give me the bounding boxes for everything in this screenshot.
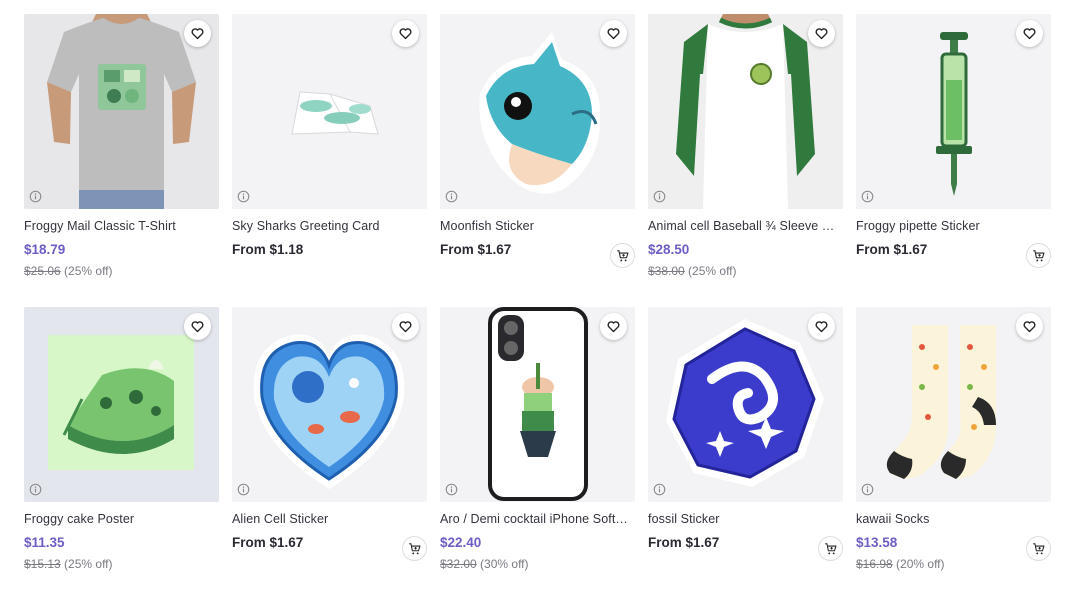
favorite-button[interactable]: [184, 20, 211, 47]
product-price: $22.40: [440, 535, 482, 550]
product-price: From $1.67: [232, 535, 304, 550]
favorite-button[interactable]: [1016, 20, 1043, 47]
heart-icon: [399, 28, 412, 40]
add-to-cart-button[interactable]: [402, 536, 427, 561]
favorite-button[interactable]: [600, 20, 627, 47]
product-title[interactable]: Aro / Demi cocktail iPhone Soft C...: [440, 512, 630, 526]
heart-icon: [191, 321, 204, 333]
info-icon[interactable]: [653, 483, 666, 496]
product-card[interactable]: Animal cell Baseball ¾ Sleeve T-... $28.…: [648, 14, 843, 280]
favorite-button[interactable]: [392, 20, 419, 47]
original-price: $38.00: [648, 264, 685, 278]
product-card[interactable]: Sky Sharks Greeting Card From $1.18: [232, 14, 427, 260]
product-card[interactable]: Froggy cake Poster $11.35 $15.13 (25% of…: [24, 307, 219, 573]
cart-add-icon: [1032, 249, 1044, 261]
heart-icon: [815, 321, 828, 333]
original-price: $25.06: [24, 264, 61, 278]
product-card[interactable]: fossil Sticker From $1.67: [648, 307, 843, 561]
product-price: $11.35: [24, 535, 65, 550]
product-image[interactable]: [440, 14, 635, 209]
product-title[interactable]: Animal cell Baseball ¾ Sleeve T-...: [648, 219, 838, 233]
info-icon[interactable]: [29, 483, 42, 496]
favorite-button[interactable]: [808, 20, 835, 47]
product-title[interactable]: kawaii Socks: [856, 512, 1046, 526]
product-card[interactable]: Froggy Mail Classic T-Shirt $18.79 $25.0…: [24, 14, 219, 280]
product-image[interactable]: [648, 14, 843, 209]
product-card[interactable]: Alien Cell Sticker From $1.67: [232, 307, 427, 561]
product-image[interactable]: [648, 307, 843, 502]
product-price: From $1.67: [856, 242, 928, 257]
favorite-button[interactable]: [392, 313, 419, 340]
heart-icon: [607, 321, 620, 333]
info-icon[interactable]: [861, 190, 874, 203]
discount-percent: (25% off): [64, 264, 113, 278]
favorite-button[interactable]: [808, 313, 835, 340]
info-icon[interactable]: [861, 483, 874, 496]
add-to-cart-button[interactable]: [818, 536, 843, 561]
product-title[interactable]: Froggy Mail Classic T-Shirt: [24, 219, 214, 233]
heart-icon: [815, 28, 828, 40]
add-to-cart-button[interactable]: [1026, 536, 1051, 561]
product-title[interactable]: Sky Sharks Greeting Card: [232, 219, 422, 233]
info-icon[interactable]: [445, 483, 458, 496]
heart-icon: [607, 28, 620, 40]
heart-icon: [1023, 28, 1036, 40]
discount-percent: (30% off): [480, 557, 529, 571]
original-price: $15.13: [24, 557, 61, 571]
cart-add-icon: [824, 542, 836, 554]
product-price: $28.50: [648, 242, 690, 257]
product-image[interactable]: [232, 14, 427, 209]
info-icon[interactable]: [653, 190, 666, 203]
product-title[interactable]: Alien Cell Sticker: [232, 512, 422, 526]
product-image[interactable]: [856, 14, 1051, 209]
info-icon[interactable]: [237, 483, 250, 496]
add-to-cart-button[interactable]: [1026, 243, 1051, 268]
price-discount: $38.00 (25% off): [648, 264, 843, 280]
product-card[interactable]: Moonfish Sticker From $1.67: [440, 14, 635, 268]
product-price: $13.58: [856, 535, 898, 550]
favorite-button[interactable]: [1016, 313, 1043, 340]
original-price: $16.98: [856, 557, 893, 571]
cart-add-icon: [1032, 542, 1044, 554]
price-discount: $32.00 (30% off): [440, 557, 635, 573]
product-image[interactable]: [856, 307, 1051, 502]
add-to-cart-button[interactable]: [610, 243, 635, 268]
price-discount: $25.06 (25% off): [24, 264, 219, 280]
favorite-button[interactable]: [600, 313, 627, 340]
product-card[interactable]: Froggy pipette Sticker From $1.67: [856, 14, 1051, 268]
product-image[interactable]: [232, 307, 427, 502]
product-title[interactable]: Moonfish Sticker: [440, 219, 630, 233]
product-card[interactable]: kawaii Socks $13.58 $16.98 (20% off): [856, 307, 1051, 573]
cart-add-icon: [408, 542, 420, 554]
product-title[interactable]: Froggy cake Poster: [24, 512, 214, 526]
product-image[interactable]: [24, 14, 219, 209]
heart-icon: [1023, 321, 1036, 333]
price-discount: $15.13 (25% off): [24, 557, 219, 573]
price-discount: $16.98 (20% off): [856, 557, 1051, 573]
discount-percent: (25% off): [64, 557, 113, 571]
cart-add-icon: [616, 249, 628, 261]
product-title[interactable]: Froggy pipette Sticker: [856, 219, 1046, 233]
product-image[interactable]: [24, 307, 219, 502]
product-price: From $1.67: [648, 535, 720, 550]
heart-icon: [399, 321, 412, 333]
product-image[interactable]: [440, 307, 635, 502]
info-icon[interactable]: [29, 190, 42, 203]
favorite-button[interactable]: [184, 313, 211, 340]
discount-percent: (25% off): [688, 264, 737, 278]
product-price: From $1.67: [440, 242, 512, 257]
info-icon[interactable]: [237, 190, 250, 203]
product-title[interactable]: fossil Sticker: [648, 512, 838, 526]
info-icon[interactable]: [445, 190, 458, 203]
product-price: $18.79: [24, 242, 66, 257]
product-grid: Froggy Mail Classic T-Shirt $18.79 $25.0…: [24, 14, 1051, 584]
original-price: $32.00: [440, 557, 477, 571]
discount-percent: (20% off): [896, 557, 945, 571]
heart-icon: [191, 28, 204, 40]
product-price: From $1.18: [232, 242, 304, 257]
product-card[interactable]: Aro / Demi cocktail iPhone Soft C... $22…: [440, 307, 635, 573]
